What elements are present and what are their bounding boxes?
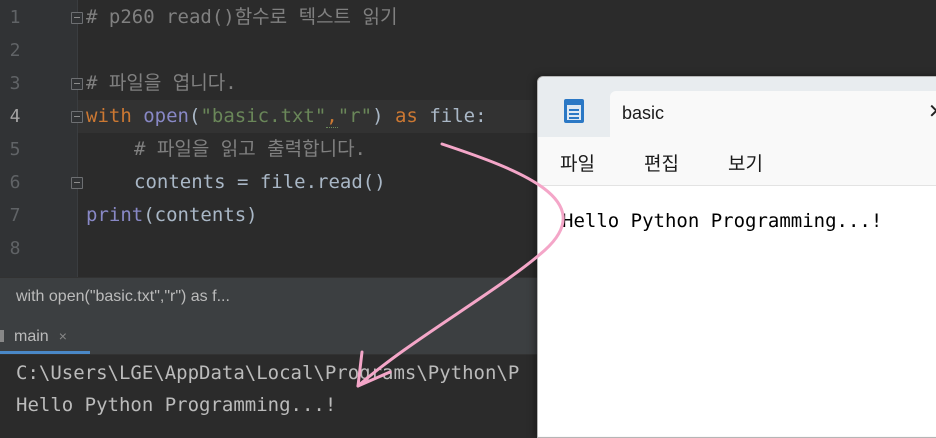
breadcrumb[interactable]: with open("basic.txt","r") as f...: [16, 288, 230, 306]
string-mode: "r": [337, 105, 373, 127]
keyword-as: as: [394, 105, 418, 127]
print-args: (contents): [143, 204, 258, 226]
line-number: 8: [9, 238, 21, 259]
fold-icon[interactable]: [71, 111, 83, 123]
notepad-menubar: 파일 편집 보기: [538, 137, 936, 186]
notepad-content: Hello Python Programming...!: [562, 210, 883, 232]
code-line-3: # 파일을 엽니다.: [86, 72, 237, 94]
line-number: 5: [9, 139, 21, 160]
line-number: 2: [9, 40, 21, 61]
line-number: 7: [9, 205, 21, 226]
code-line-4: with open("basic.txt","r") as file:: [86, 100, 487, 133]
builtin-print: print: [86, 204, 144, 226]
line-number: 6: [9, 172, 21, 193]
keyword-with: with: [86, 105, 132, 127]
paren-close: ): [372, 105, 384, 127]
line-number: 1: [9, 7, 21, 28]
active-tab-indicator: [0, 351, 90, 354]
close-icon[interactable]: ×: [59, 328, 67, 344]
notepad-window: basic ✕ 파일 편집 보기 Hello Python Programmin…: [537, 76, 936, 438]
menu-file[interactable]: 파일: [560, 149, 595, 176]
console-line: Hello Python Programming...!: [16, 394, 337, 416]
notepad-tab-title: basic: [622, 103, 665, 123]
fold-icon[interactable]: [71, 12, 83, 24]
tab-main-label: main: [14, 328, 49, 345]
console-line: C:\Users\LGE\AppData\Local\Programs\Pyth…: [16, 362, 520, 384]
string-filename: "basic.txt": [200, 105, 327, 127]
line-number: 3: [9, 73, 21, 94]
code-line-1: # p260 read()함수로 텍스트 읽기: [86, 6, 398, 28]
fold-icon[interactable]: [71, 78, 83, 90]
paren-open: (: [188, 105, 201, 127]
menu-edit[interactable]: 편집: [644, 149, 679, 176]
notepad-app-icon: [564, 99, 584, 123]
code-line-5: # 파일을 읽고 출력합니다.: [134, 138, 366, 160]
builtin-open: open: [143, 105, 189, 127]
menu-view[interactable]: 보기: [728, 149, 763, 176]
tab-main[interactable]: main ×: [0, 318, 77, 354]
code-line-6: contents = file.read(): [134, 171, 386, 193]
line-number: 4: [9, 106, 21, 127]
close-icon[interactable]: ✕: [928, 99, 936, 124]
comma: ,: [326, 105, 338, 128]
fold-icon[interactable]: [71, 177, 83, 189]
gutter-divider: [77, 0, 78, 277]
code-line-7: print(contents): [86, 199, 258, 232]
notepad-text-area[interactable]: Hello Python Programming...!: [538, 186, 936, 436]
var-file: file:: [429, 105, 487, 127]
